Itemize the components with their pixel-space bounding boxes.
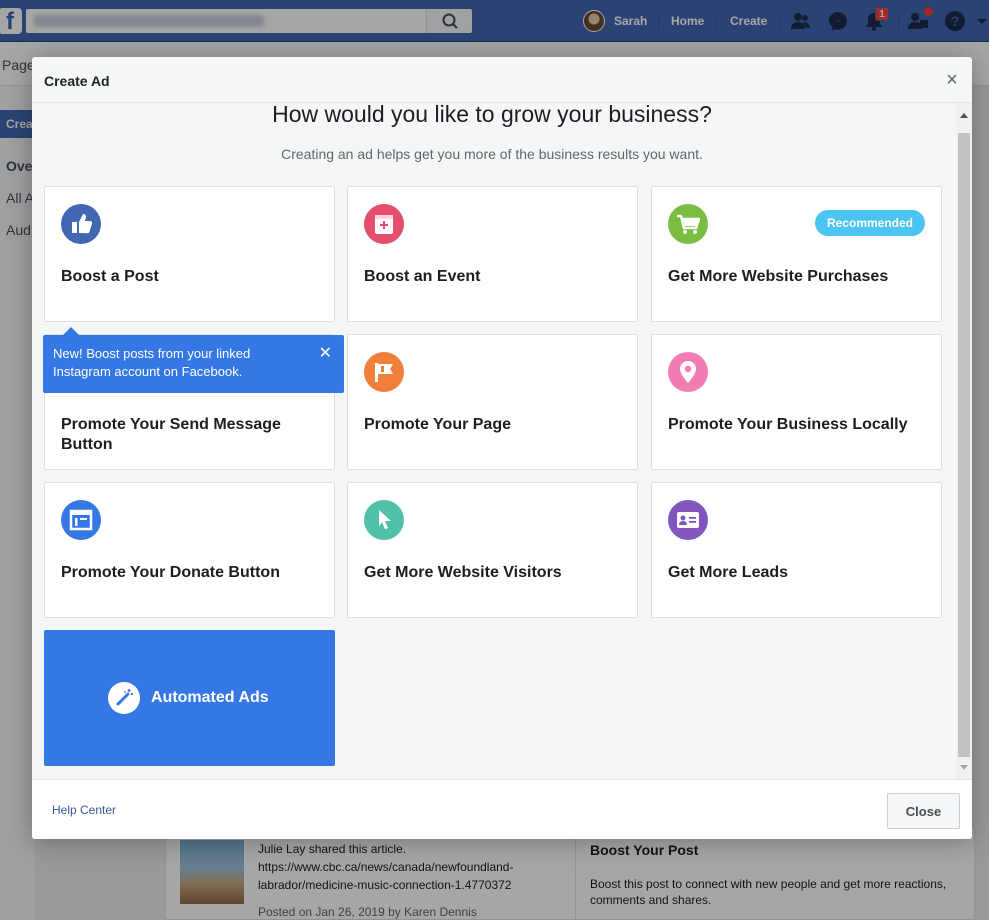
dialog-body: How would you like to grow your business… bbox=[32, 103, 972, 779]
donate-window-icon bbox=[61, 500, 101, 540]
automated-ads-button[interactable]: Automated Ads bbox=[44, 630, 335, 766]
page-subtitle: Creating an ad helps get you more of the… bbox=[281, 146, 703, 162]
scroll-down-arrow[interactable] bbox=[960, 765, 968, 770]
objective-website-visitors[interactable]: Get More Website Visitors bbox=[347, 482, 638, 618]
close-icon[interactable]: ✕ bbox=[319, 345, 332, 363]
objective-label: Promote Your Business Locally bbox=[668, 416, 908, 433]
objective-label: Promote Your Page bbox=[364, 416, 511, 433]
magic-wand-icon bbox=[108, 682, 140, 714]
scroll-up-arrow[interactable] bbox=[960, 113, 968, 118]
dialog-footer: Help Center Close bbox=[32, 779, 972, 839]
dialog-title: Create Ad bbox=[44, 73, 110, 89]
objective-label: Promote Your Donate Button bbox=[61, 564, 280, 581]
help-center-link[interactable]: Help Center bbox=[52, 803, 116, 817]
thumbs-up-icon bbox=[61, 204, 101, 244]
dialog-header: Create Ad × bbox=[32, 57, 972, 103]
contact-card-icon bbox=[668, 500, 708, 540]
objective-label: Promote Your Send Message Button bbox=[61, 416, 281, 453]
objective-label: Get More Website Visitors bbox=[364, 564, 562, 581]
objective-more-leads[interactable]: Get More Leads bbox=[651, 482, 942, 618]
location-pin-icon bbox=[668, 352, 708, 392]
cursor-icon bbox=[364, 500, 404, 540]
objective-business-locally[interactable]: Promote Your Business Locally bbox=[651, 334, 942, 470]
objective-label: Get More Leads bbox=[668, 564, 789, 581]
recommended-badge: Recommended bbox=[814, 210, 925, 236]
dialog-scrollbar[interactable] bbox=[956, 103, 972, 779]
create-ad-dialog: Create Ad × How would you like to grow y… bbox=[32, 57, 972, 839]
close-button[interactable]: Close bbox=[887, 793, 960, 829]
objective-boost-post[interactable]: Boost a Post bbox=[44, 186, 335, 322]
objective-label: Boost a Post bbox=[61, 268, 159, 285]
objective-boost-event[interactable]: Boost an Event bbox=[347, 186, 638, 322]
flag-icon bbox=[364, 352, 404, 392]
objective-label: Boost an Event bbox=[364, 268, 481, 285]
close-icon[interactable]: × bbox=[942, 70, 962, 90]
objective-promote-page[interactable]: Promote Your Page bbox=[347, 334, 638, 470]
tooltip-arrow bbox=[63, 327, 79, 335]
scroll-thumb[interactable] bbox=[958, 133, 970, 757]
objective-website-purchases[interactable]: Recommended Get More Website Purchases bbox=[651, 186, 942, 322]
tooltip-text: New! Boost posts from your linked Instag… bbox=[53, 346, 251, 379]
shopping-cart-icon bbox=[668, 204, 708, 244]
instagram-boost-tooltip: New! Boost posts from your linked Instag… bbox=[43, 327, 344, 393]
objective-label: Get More Website Purchases bbox=[668, 268, 889, 285]
calendar-icon bbox=[364, 204, 404, 244]
automated-ads-label: Automated Ads bbox=[151, 689, 269, 706]
objective-donate-button[interactable]: Promote Your Donate Button bbox=[44, 482, 335, 618]
page-title: How would you like to grow your business… bbox=[272, 103, 712, 127]
